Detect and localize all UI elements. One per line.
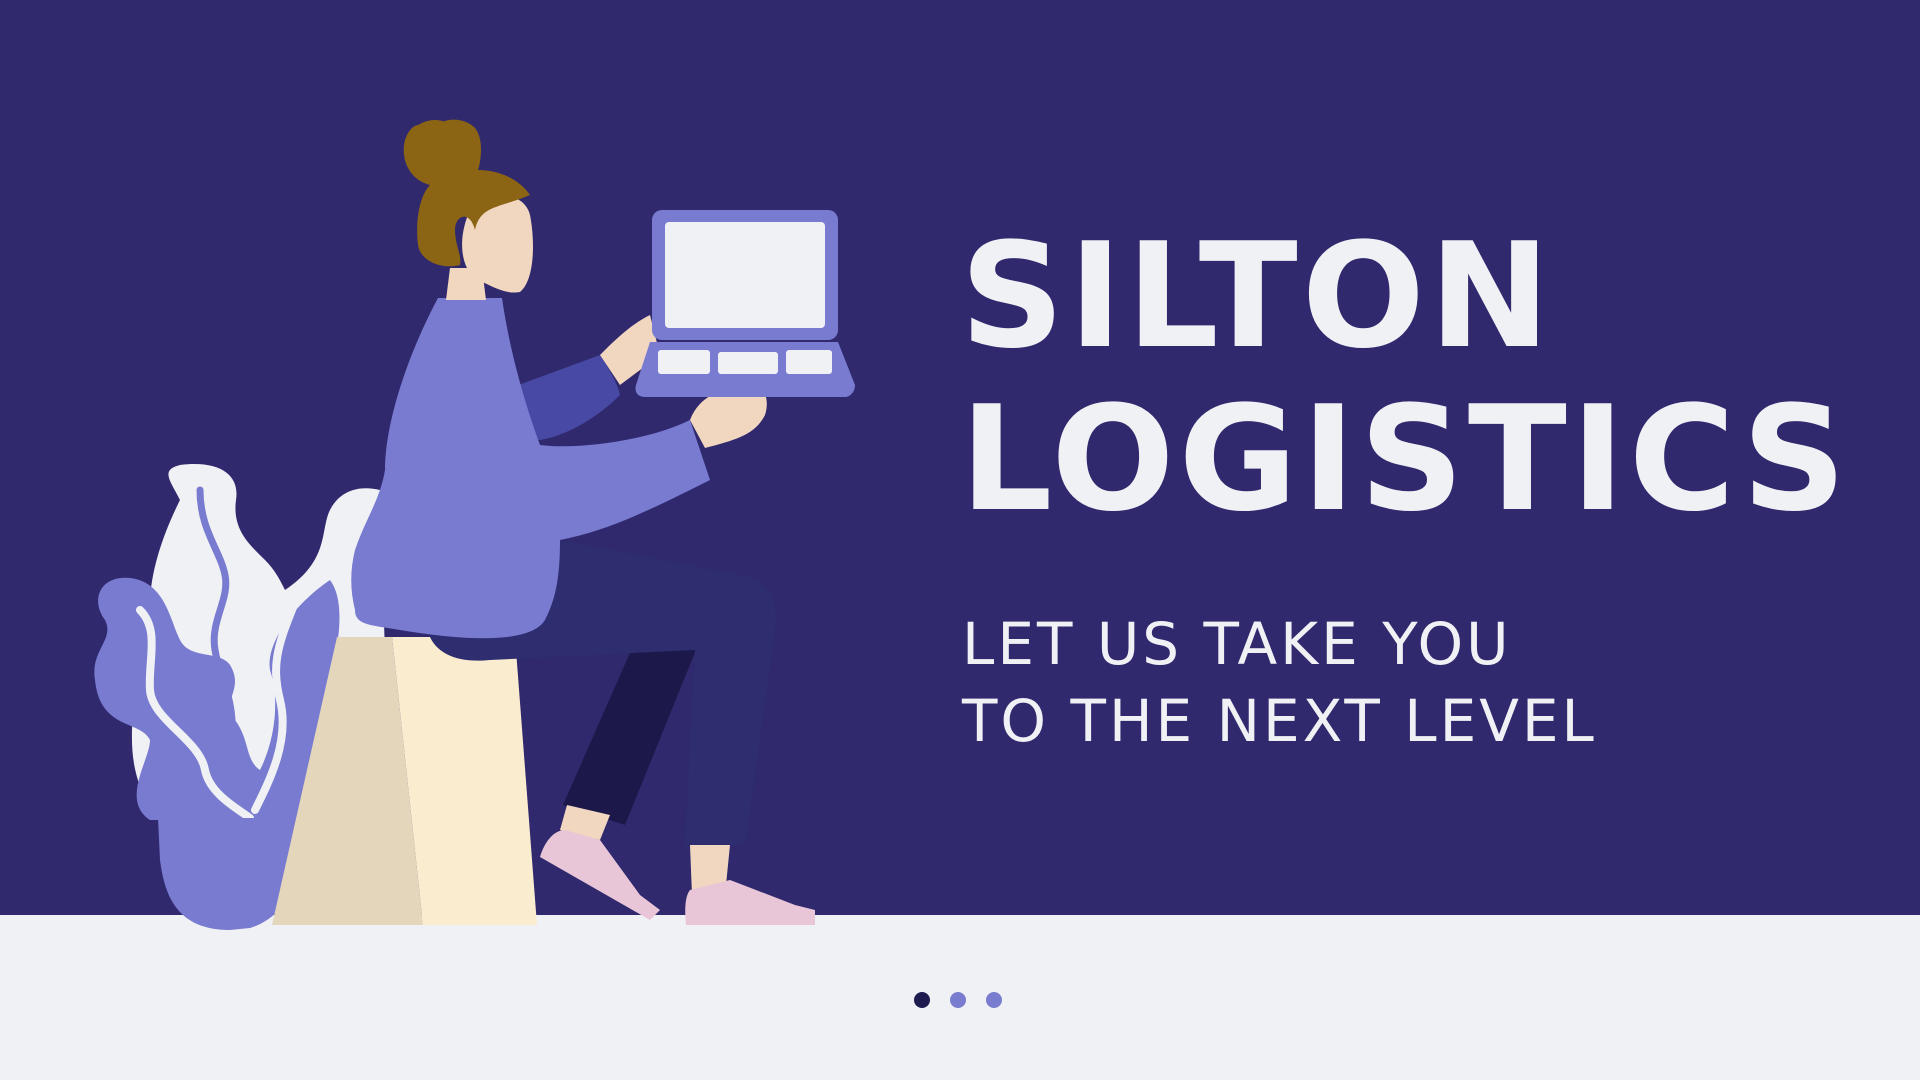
tagline-line-1: LET US TAKE YOU <box>962 610 1512 678</box>
title-line-1: SILTON <box>960 212 1555 381</box>
tagline: LET US TAKE YOU TO THE NEXT LEVEL <box>962 606 1597 760</box>
carousel-dot-3[interactable] <box>986 992 1002 1008</box>
hair-bun <box>405 120 465 180</box>
laptop-key <box>658 350 710 374</box>
laptop-display <box>665 222 825 328</box>
back-leg <box>563 630 700 825</box>
carousel-dot-2[interactable] <box>950 992 966 1008</box>
tagline-line-2: TO THE NEXT LEVEL <box>962 687 1597 755</box>
carousel-dot-1[interactable] <box>914 992 930 1008</box>
title-line-2: LOGISTICS <box>960 375 1851 544</box>
back-shoe <box>540 830 660 920</box>
front-shoe <box>685 880 815 925</box>
carousel-pagination <box>914 992 1002 1008</box>
laptop-key <box>786 350 832 374</box>
laptop-key <box>718 352 778 374</box>
company-title: SILTON LOGISTICS <box>960 215 1850 541</box>
